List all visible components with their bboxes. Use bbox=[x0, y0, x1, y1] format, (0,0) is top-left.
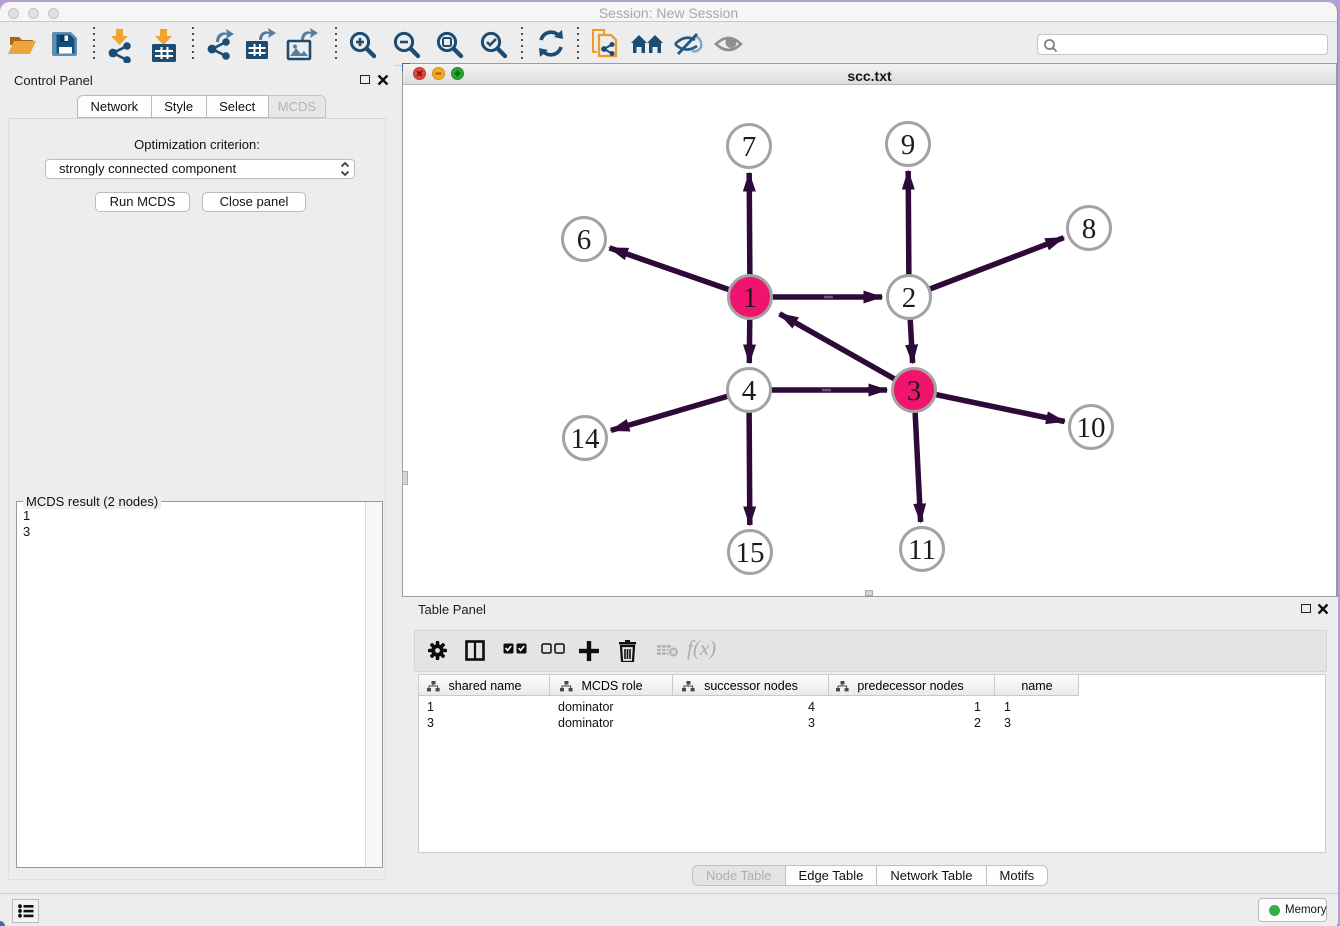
svg-text:10: 10 bbox=[1077, 412, 1106, 444]
svg-text:3: 3 bbox=[907, 375, 922, 407]
svg-text:4: 4 bbox=[742, 375, 757, 407]
svg-text:9: 9 bbox=[901, 129, 916, 161]
svg-text:2: 2 bbox=[902, 282, 917, 314]
svg-text:8: 8 bbox=[1082, 213, 1097, 245]
svg-text:1: 1 bbox=[743, 282, 758, 314]
svg-text:14: 14 bbox=[571, 423, 601, 455]
svg-text:6: 6 bbox=[577, 224, 592, 256]
svg-text:11: 11 bbox=[908, 534, 936, 566]
svg-text:7: 7 bbox=[742, 131, 757, 163]
svg-text:15: 15 bbox=[736, 537, 765, 569]
